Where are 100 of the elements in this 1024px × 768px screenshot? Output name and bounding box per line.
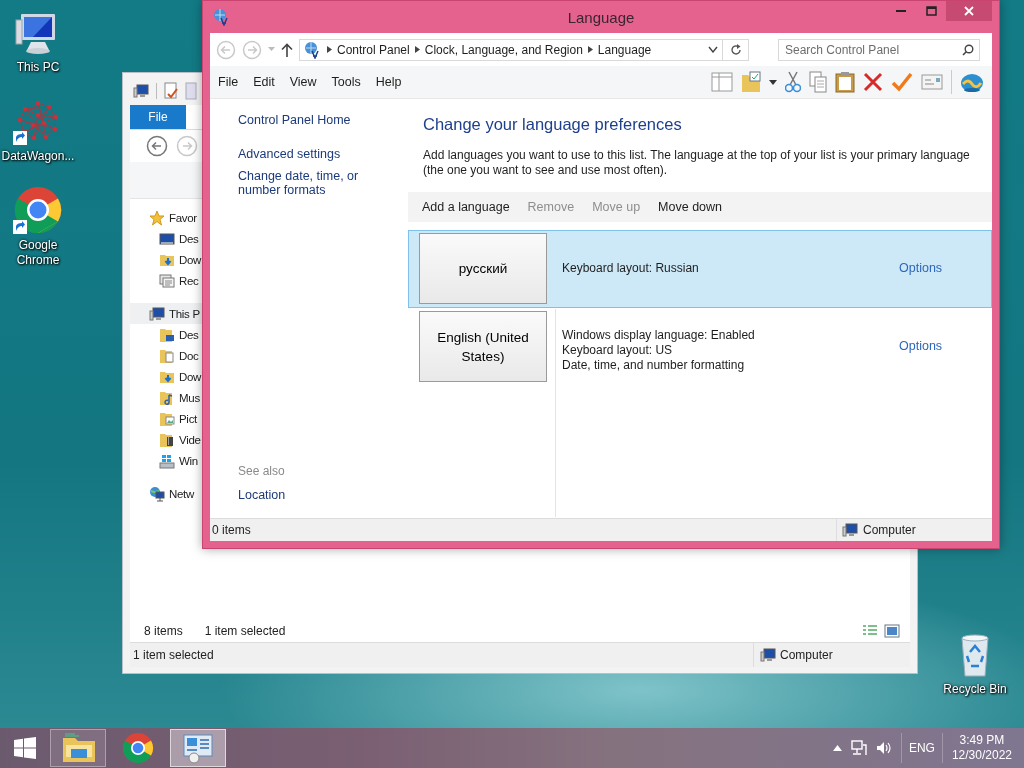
icon-label: This PC xyxy=(16,60,60,75)
nav-item[interactable]: Win xyxy=(130,450,200,471)
language-icon xyxy=(304,40,322,59)
card-icon[interactable] xyxy=(921,74,943,90)
language-detail: Date, time, and number formatting xyxy=(562,358,746,373)
selection-count: 1 item selected xyxy=(204,624,286,638)
nav-item[interactable]: Rec xyxy=(130,270,201,291)
nav-item[interactable]: Mus xyxy=(130,387,202,408)
explorer-icon xyxy=(61,732,95,764)
nav-item[interactable]: Des xyxy=(130,324,201,345)
options-link[interactable]: Options xyxy=(899,339,943,353)
globe-icon[interactable] xyxy=(960,71,984,93)
star-icon xyxy=(149,209,165,226)
control-panel-icon xyxy=(181,732,215,764)
network-icon[interactable] xyxy=(850,740,867,756)
chevron-right-icon[interactable] xyxy=(587,46,593,53)
properties-icon[interactable] xyxy=(163,82,179,100)
menu-item[interactable]: View xyxy=(289,75,325,89)
cut-icon[interactable] xyxy=(785,71,801,93)
recent-places-icon xyxy=(159,272,175,289)
description-text: Add languages you want to use to this list. The language at the top of your list is your primary language (the one you want to see and use most often). xyxy=(423,148,971,178)
folder-icon xyxy=(159,389,175,406)
folder-icon xyxy=(159,410,175,427)
toolbar-button[interactable]: Move down xyxy=(658,200,732,214)
icon-label: Google Chrome xyxy=(15,238,61,268)
location-label: Computer xyxy=(780,648,833,662)
breadcrumb-item[interactable]: Language xyxy=(597,42,652,57)
monitor-icon xyxy=(159,230,175,247)
chevron-right-icon[interactable] xyxy=(327,46,332,53)
menu-item[interactable]: File xyxy=(218,75,247,89)
folder-icon[interactable] xyxy=(741,71,761,93)
windows-drive-icon xyxy=(159,452,175,469)
computer-icon[interactable] xyxy=(132,83,150,99)
copy-icon[interactable] xyxy=(809,71,827,93)
see-also-heading: See also xyxy=(238,464,286,478)
back-icon[interactable] xyxy=(146,135,168,157)
maximize-icon xyxy=(925,6,937,16)
folder-icon xyxy=(159,326,175,343)
minimize-icon xyxy=(896,10,906,12)
file-tab[interactable]: File xyxy=(130,105,186,129)
paste-icon[interactable] xyxy=(835,71,855,93)
delete-icon[interactable] xyxy=(863,72,883,92)
sidebar-link[interactable]: Location xyxy=(238,488,408,502)
breadcrumb-item[interactable]: Control Panel xyxy=(337,42,410,57)
computer-icon xyxy=(760,647,776,663)
up-arrow-icon[interactable] xyxy=(281,42,293,57)
nav-item[interactable]: Netw xyxy=(130,483,196,504)
nav-item[interactable]: Des xyxy=(130,228,201,249)
nav-item[interactable]: Dow xyxy=(130,249,204,270)
sidebar-link[interactable]: Advanced settings xyxy=(238,147,408,161)
volume-icon[interactable] xyxy=(875,741,892,755)
menu-item[interactable]: Tools xyxy=(331,75,369,89)
language-detail: Keyboard layout: Russian xyxy=(562,261,700,276)
language-row[interactable]: русский Keyboard layout: Russian Options xyxy=(408,230,992,308)
menu-item[interactable]: Help xyxy=(375,75,410,89)
sidebar-link[interactable]: Change date, time, or number formats xyxy=(238,169,408,197)
language-row[interactable]: English (United States) Windows display language: Enabled Keyboard layout: US Date, time, and number formatting Options xyxy=(408,308,992,518)
taskbar-button[interactable] xyxy=(170,729,226,767)
show-hidden-icons-icon[interactable] xyxy=(832,745,842,751)
location-label: Computer xyxy=(863,523,916,537)
chevron-right-icon[interactable] xyxy=(414,46,420,53)
language-tile[interactable]: English (United States) xyxy=(419,311,547,382)
chrome-icon xyxy=(121,732,155,764)
toolbar-button[interactable]: Add a language xyxy=(422,200,519,214)
search-field[interactable]: Search Control Panel xyxy=(778,38,980,61)
computer-icon xyxy=(842,522,858,538)
breadcrumb-item[interactable]: Clock, Language, and Region xyxy=(424,42,583,57)
close-button[interactable] xyxy=(946,1,992,21)
dropdown-caret-icon[interactable] xyxy=(769,79,777,85)
taskbar-button[interactable] xyxy=(50,729,106,767)
search-icon xyxy=(962,43,974,56)
language-detail: Windows display language: Enabled xyxy=(562,328,756,343)
input-language[interactable]: ENG xyxy=(908,741,935,755)
status-text: 0 items xyxy=(212,523,251,537)
sidebar-link[interactable]: Control Panel Home xyxy=(238,113,408,127)
refresh-button[interactable] xyxy=(723,38,749,61)
nav-item[interactable]: Favor xyxy=(130,207,199,228)
refresh-icon xyxy=(729,43,742,56)
menu-item[interactable]: Edit xyxy=(253,75,283,89)
large-icons-view-icon[interactable] xyxy=(884,624,900,638)
options-link[interactable]: Options xyxy=(899,261,943,275)
chevron-down-icon[interactable] xyxy=(708,46,718,53)
nav-item[interactable]: Pict xyxy=(130,408,199,429)
nav-item[interactable]: Dow xyxy=(130,366,204,387)
language-tile[interactable]: русский xyxy=(419,233,547,304)
item-count: 8 items xyxy=(144,624,183,638)
page-heading: Change your language preferences xyxy=(423,115,683,134)
window-title: Language xyxy=(566,8,636,26)
computer-icon xyxy=(149,305,165,322)
icon-label: DataWagon... xyxy=(1,149,75,164)
nav-item[interactable]: This P xyxy=(130,303,202,324)
clock[interactable]: 3:49 PM 12/30/2022 xyxy=(951,733,1012,763)
folder-icon xyxy=(159,431,175,448)
language-icon xyxy=(213,8,231,26)
check-icon[interactable] xyxy=(891,72,913,92)
network-icon xyxy=(149,485,165,502)
start-icon[interactable] xyxy=(14,737,36,759)
nav-item[interactable]: Vide xyxy=(130,429,203,450)
nav-item[interactable]: Doc xyxy=(130,345,201,366)
chrome-icon[interactable] xyxy=(13,186,63,236)
